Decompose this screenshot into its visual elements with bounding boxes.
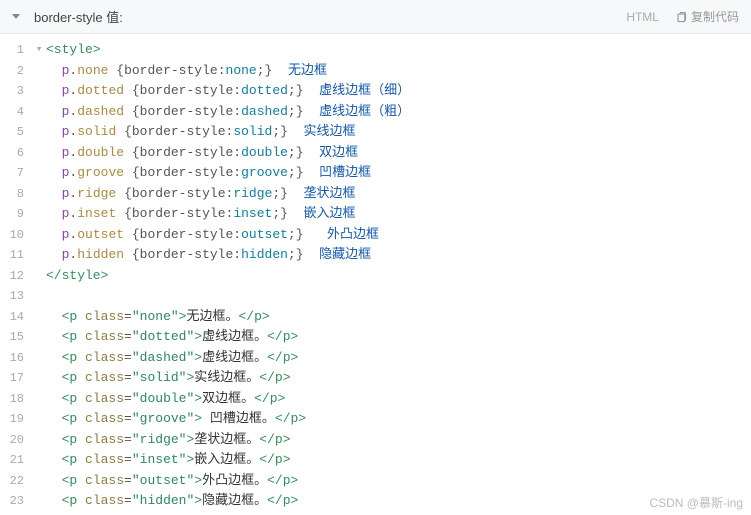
fold-column: ▾ <box>32 34 46 512</box>
code-line: <style> <box>46 40 751 61</box>
code-line: <p class="double">双边框。</p> <box>46 389 751 410</box>
code-line: p.dotted {border-style:dotted;} 虚线边框（细） <box>46 81 751 102</box>
code-line: <p class="dashed">虚线边框。</p> <box>46 348 751 369</box>
code-line: p.groove {border-style:groove;} 凹槽边框 <box>46 163 751 184</box>
code-header: border-style 值: HTML 复制代码 <box>0 0 751 34</box>
code-area: 1234567891011121314151617181920212223 ▾ … <box>0 34 751 512</box>
code-line: </style> <box>46 266 751 287</box>
code-line: p.double {border-style:double;} 双边框 <box>46 143 751 164</box>
code-line <box>46 286 751 307</box>
code-line: p.ridge {border-style:ridge;} 垄状边框 <box>46 184 751 205</box>
code-line: <p class="solid">实线边框。</p> <box>46 368 751 389</box>
code-line: p.solid {border-style:solid;} 实线边框 <box>46 122 751 143</box>
code-content[interactable]: <style> p.none {border-style:none;} 无边框 … <box>46 34 751 512</box>
code-line: p.outset {border-style:outset;} 外凸边框 <box>46 225 751 246</box>
code-line: <p class="inset">嵌入边框。</p> <box>46 450 751 471</box>
code-line: p.hidden {border-style:hidden;} 隐藏边框 <box>46 245 751 266</box>
copy-code-button[interactable]: 复制代码 <box>675 8 739 25</box>
code-line: <p class="hidden">隐藏边框。</p> <box>46 491 751 512</box>
snippet-title: border-style 值: <box>34 7 626 26</box>
code-line: <p class="none">无边框。</p> <box>46 307 751 328</box>
code-line: <p class="dotted">虚线边框。</p> <box>46 327 751 348</box>
language-tag: HTML <box>626 10 659 24</box>
code-line: p.dashed {border-style:dashed;} 虚线边框（粗） <box>46 102 751 123</box>
code-line: <p class="groove"> 凹槽边框。</p> <box>46 409 751 430</box>
watermark: CSDN @慕斯-ing <box>649 494 743 511</box>
code-line: p.none {border-style:none;} 无边框 <box>46 61 751 82</box>
line-gutter: 1234567891011121314151617181920212223 <box>0 34 32 512</box>
collapse-icon[interactable] <box>12 14 20 19</box>
code-line: p.inset {border-style:inset;} 嵌入边框 <box>46 204 751 225</box>
code-line: <p class="outset">外凸边框。</p> <box>46 471 751 492</box>
copy-label: 复制代码 <box>691 8 739 25</box>
copy-icon <box>675 11 687 23</box>
code-line: <p class="ridge">垄状边框。</p> <box>46 430 751 451</box>
